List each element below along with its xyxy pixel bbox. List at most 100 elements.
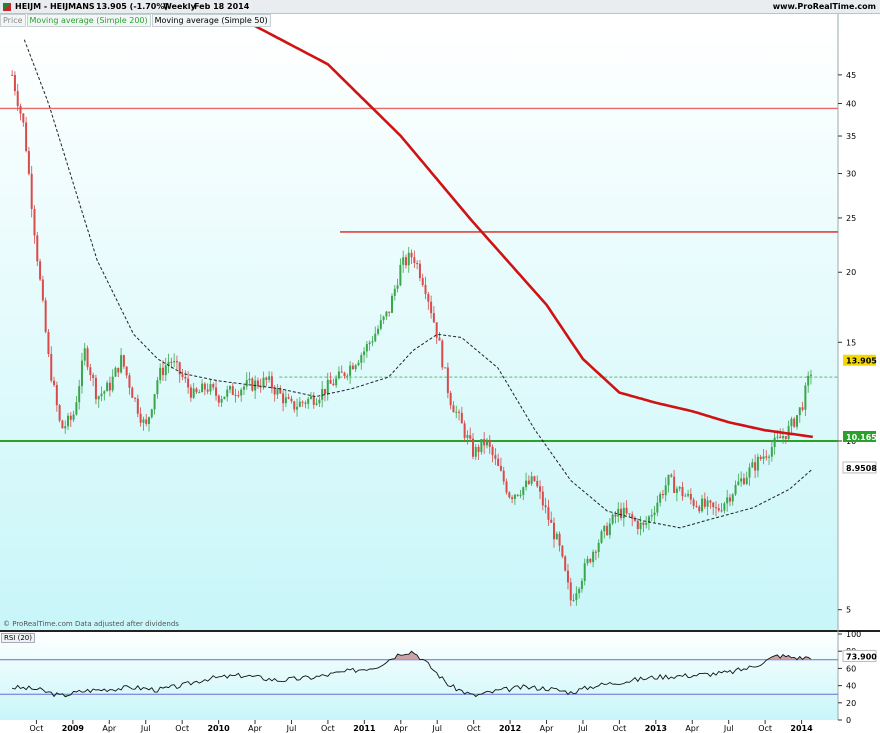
candle-body [801, 407, 804, 410]
time-axis-label: Jul [140, 724, 151, 733]
candle-body [391, 295, 394, 313]
candle-body [530, 476, 533, 484]
site-url[interactable]: www.ProRealTime.com [773, 2, 876, 11]
candle-body [804, 385, 807, 410]
candle-body [388, 311, 391, 313]
candle-body [522, 487, 525, 495]
candle-body [377, 328, 380, 334]
candle-body [519, 494, 522, 496]
candle-body [161, 367, 164, 376]
candle-body [466, 435, 469, 438]
candle-body [653, 512, 656, 516]
candle-body [418, 263, 421, 279]
time-axis-label: Jul [723, 724, 734, 733]
candle-body [64, 426, 67, 429]
candle-body [72, 414, 75, 420]
candle-body [13, 74, 16, 92]
candle-body [452, 405, 455, 413]
candle-body [667, 474, 670, 486]
candle-body [620, 508, 623, 519]
candle-body [16, 91, 19, 107]
candle-body [100, 393, 103, 397]
candle-body [304, 402, 307, 404]
candle-body [170, 361, 173, 363]
candle-body [265, 377, 268, 380]
candle-body [215, 387, 218, 396]
candle-body [477, 446, 480, 453]
candle-body [58, 405, 61, 421]
candle-body [578, 588, 581, 594]
rsi-value-label: 73.900 [846, 652, 877, 661]
candle-body [446, 367, 449, 393]
candle-body [592, 551, 595, 563]
candle-body [181, 374, 184, 377]
candle-body [131, 387, 134, 398]
candle-body [645, 522, 648, 525]
rsi-axis-background [838, 632, 880, 720]
time-axis-label: 2009 [62, 724, 85, 733]
candle-body [11, 74, 14, 76]
candle-body [555, 533, 558, 540]
candle-body [89, 367, 92, 375]
candle-body [351, 365, 354, 370]
time-axis-label: Oct [612, 724, 626, 733]
candle-body [508, 492, 511, 498]
candle-body [217, 395, 220, 403]
candle-body [564, 556, 567, 571]
candle-body [298, 401, 301, 407]
candle-body [240, 389, 243, 396]
candle-body [201, 383, 204, 393]
candle-body [22, 113, 25, 123]
candle-body [684, 495, 687, 497]
candle-body [784, 436, 787, 439]
candle-body [310, 396, 313, 399]
candle-body [30, 173, 33, 209]
candle-body [709, 500, 712, 503]
price-axis-background [838, 14, 880, 632]
period-label: Weekly [163, 2, 196, 11]
candle-body [55, 385, 58, 406]
candle-body [212, 384, 215, 388]
time-axis-label: Apr [102, 724, 117, 733]
candle-body [142, 419, 145, 423]
rsi-title[interactable]: RSI (20) [1, 633, 35, 643]
candle-body [603, 525, 606, 532]
candle-body [103, 391, 106, 394]
time-axis-label: 2011 [353, 724, 376, 733]
candle-body [726, 497, 729, 504]
candle-body [460, 412, 463, 424]
rsi-panel-background [0, 632, 838, 720]
candle-body [209, 384, 212, 392]
candle-body [365, 344, 368, 352]
time-axis-label: Oct [758, 724, 772, 733]
candle-body [687, 493, 690, 496]
time-axis-label: 2014 [790, 724, 813, 733]
candle-body [751, 462, 754, 468]
candle-body [734, 484, 737, 495]
candle-body [206, 389, 209, 392]
candle-body [656, 502, 659, 513]
legend-ma50[interactable]: Moving average (Simple 50) [151, 14, 271, 27]
candle-body [301, 401, 304, 403]
candle-body [541, 491, 544, 506]
time-axis-label: Apr [248, 724, 263, 733]
prorealtime-logo-icon [3, 3, 11, 11]
candle-body [340, 371, 343, 373]
legend-price[interactable]: Price [0, 14, 26, 27]
candle-body [723, 503, 726, 511]
candle-body [491, 446, 494, 456]
candle-body [583, 563, 586, 581]
candle-body [307, 398, 310, 404]
time-axis-label: 2013 [645, 724, 667, 733]
candle-body [544, 505, 547, 508]
candle-body [497, 458, 500, 466]
candle-body [773, 437, 776, 448]
legend-ma200[interactable]: Moving average (Simple 200) [26, 14, 151, 27]
candle-body [220, 399, 223, 403]
candle-body [69, 415, 72, 420]
candle-body [293, 401, 296, 410]
rsi-axis-label: 100 [846, 630, 861, 639]
candle-body [326, 379, 329, 395]
candle-body [469, 435, 472, 439]
instrument-name: HEIJM - HEIJMANS [15, 2, 95, 11]
